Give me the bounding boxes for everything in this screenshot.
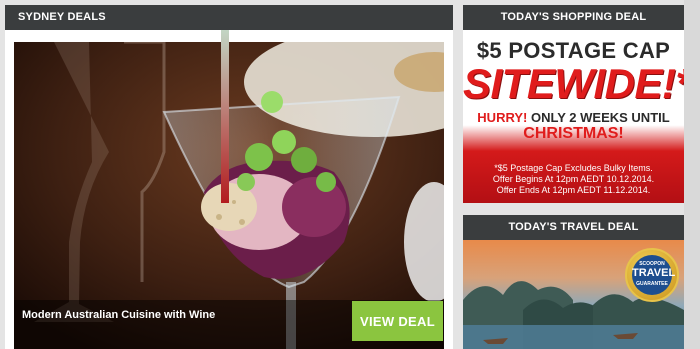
fine-print-line-1: *$5 Postage Cap Excludes Bulky Items. — [494, 163, 653, 173]
fine-print-line-3: Offer Ends At 12pm AEDT 11.12.2014. — [496, 185, 651, 195]
christmas-text: CHRISTMAS! — [523, 125, 624, 142]
dessert-photo[interactable]: Modern Australian Cuisine with Wine VIEW… — [14, 42, 444, 349]
shopping-banner-edge — [221, 30, 229, 203]
travel-deal-header: TODAY'S TRAVEL DEAL — [463, 215, 684, 240]
travel-deal-image[interactable]: SCOOPON TRAVEL GUARANTEE — [463, 240, 684, 349]
hurry-rest: ONLY 2 WEEKS UNTIL — [531, 110, 670, 125]
shopping-deal-banner[interactable]: $5 POSTAGE CAP SITEWIDE!* HURRY! ONLY 2 … — [463, 30, 684, 203]
fine-print: *$5 Postage Cap Excludes Bulky Items. Of… — [469, 163, 678, 196]
view-deal-button[interactable]: VIEW DEAL — [352, 301, 443, 341]
sitewide-highlight: SITEWIDE!* — [463, 60, 684, 107]
deal-title[interactable]: Modern Australian Cuisine with Wine — [22, 300, 215, 330]
badge-inner: SCOOPON TRAVEL GUARANTEE — [632, 255, 676, 295]
page-right-edge — [684, 0, 700, 349]
shopping-deal-header: TODAY'S SHOPPING DEAL — [463, 5, 684, 30]
badge-mid-text: TRAVEL — [632, 267, 676, 279]
badge-bottom-text: GUARANTEE — [636, 281, 668, 287]
main-deal-card[interactable]: Modern Australian Cuisine with Wine VIEW… — [5, 30, 453, 349]
hurry-prefix: HURRY! — [477, 110, 528, 125]
fine-print-line-2: Offer Begins At 12pm AEDT 10.12.2014. — [492, 174, 655, 184]
sydney-deals-header: SYDNEY DEALS — [5, 5, 453, 30]
travel-guarantee-badge: SCOOPON TRAVEL GUARANTEE — [625, 248, 679, 302]
